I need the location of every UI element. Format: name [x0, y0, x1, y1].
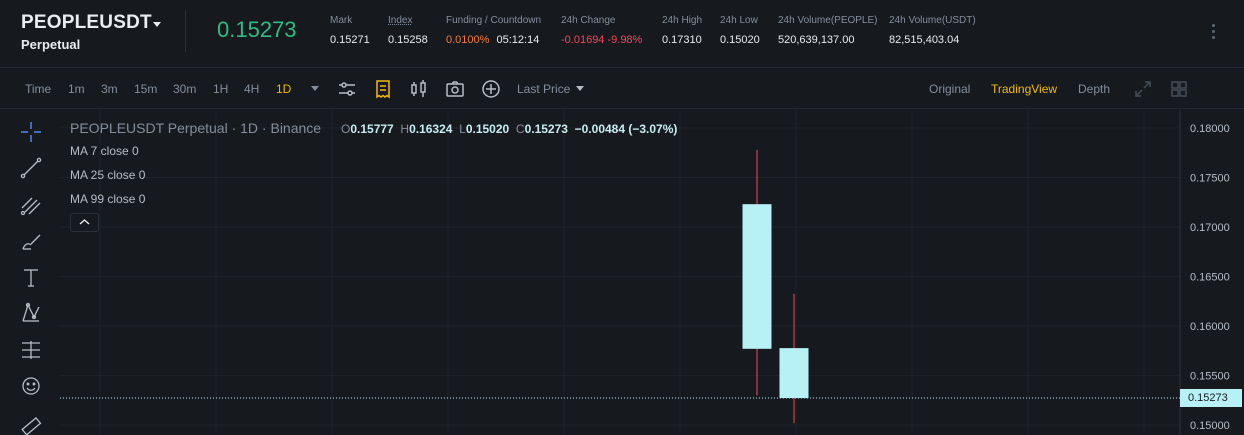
y-tick-label: 0.16000: [1190, 321, 1230, 333]
ma99-label[interactable]: MA 99 close 0: [70, 192, 145, 206]
funding-countdown: 05:12:14: [496, 34, 540, 46]
legend-title: PEOPLEUSDT Perpetual · 1D · Binance: [70, 120, 322, 136]
emoji-icon[interactable]: [19, 374, 43, 398]
high-label-legend: H: [400, 122, 410, 136]
vol-base-label: 24h Volume(PEOPLE): [778, 15, 878, 26]
high-value-legend: 0.16324: [409, 122, 453, 136]
view-original[interactable]: Original: [929, 82, 970, 96]
stat-24h-change: 24h Change -0.01694 -9.98%: [561, 14, 642, 46]
last-price: 0.15273: [217, 17, 297, 42]
interval-30m[interactable]: 30m: [173, 82, 196, 96]
low-value: 0.15020: [720, 34, 760, 46]
stat-index: Index 0.15258: [388, 14, 428, 46]
vol-quote-label: 24h Volume(USDT): [889, 15, 976, 26]
stat-24h-low: 24h Low 0.15020: [720, 14, 760, 46]
symbol-dropdown-icon[interactable]: [153, 22, 161, 27]
y-tick-label: 0.18000: [1190, 123, 1230, 135]
y-tick-label: 0.17000: [1190, 222, 1230, 234]
chart-toolbar: Time 1m 3m 15m 30m 1H 4H 1D Last Price O…: [0, 69, 1244, 109]
interval-dropdown-icon[interactable]: [311, 86, 319, 91]
change-label: 24h Change: [561, 15, 616, 26]
add-circle-icon[interactable]: [481, 79, 501, 99]
price-type-dropdown-icon[interactable]: [576, 86, 584, 91]
mark-label: Mark: [330, 15, 353, 26]
ohlc-readout: O0.15777 H0.16324 L0.15020 C0.15273 −0.0…: [341, 122, 677, 136]
more-options-icon[interactable]: [1212, 24, 1216, 40]
stat-volume-base: 24h Volume(PEOPLE) 520,639,137.00: [778, 14, 878, 46]
close-label: C: [515, 122, 525, 136]
brush-icon[interactable]: [19, 229, 43, 253]
chart-area[interactable]: 0.18000 0.17500 0.17000 0.16500 0.16000 0.155…: [60, 110, 1244, 435]
interval-1h[interactable]: 1H: [213, 82, 228, 96]
candle-body: [742, 204, 772, 349]
chevron-up-icon: [79, 219, 90, 225]
market-header: PEOPLEUSDT Perpetual 0.15273 Mark 0.1527…: [0, 0, 1244, 68]
funding-label: Funding / Countdown: [446, 15, 542, 26]
candle-type-icon[interactable]: [409, 79, 429, 99]
text-icon[interactable]: [19, 265, 43, 289]
price-type-select[interactable]: Last Price: [517, 82, 570, 96]
measure-icon[interactable]: [19, 338, 43, 362]
interval-3m[interactable]: 3m: [101, 82, 118, 96]
y-tick-label: 0.16500: [1190, 272, 1230, 284]
time-label[interactable]: Time: [25, 82, 51, 96]
candle-body: [779, 348, 809, 399]
interval-1m[interactable]: 1m: [68, 82, 85, 96]
collapse-legend-button[interactable]: [70, 213, 99, 232]
change-value: -0.01694 -9.98%: [561, 34, 643, 46]
high-label: 24h High: [662, 15, 703, 26]
mark-value: 0.15271: [330, 34, 370, 46]
open-value: 0.15777: [350, 122, 394, 136]
stat-funding: Funding / Countdown 0.0100% 05:12:14: [446, 14, 541, 46]
drawing-tools: [0, 110, 60, 435]
y-tick-label: 0.15000: [1190, 420, 1230, 432]
interval-15m[interactable]: 15m: [134, 82, 157, 96]
interval-4h[interactable]: 4H: [244, 82, 259, 96]
index-value: 0.15258: [388, 34, 428, 46]
funding-values: 0.0100% 05:12:14: [446, 34, 541, 46]
symbol-name[interactable]: PEOPLEUSDT: [21, 12, 152, 34]
index-label[interactable]: Index: [388, 14, 428, 28]
candlestick-chart[interactable]: 0.18000 0.17500 0.17000 0.16500 0.16000 0.155…: [60, 110, 1244, 435]
stat-volume-quote: 24h Volume(USDT) 82,515,403.04: [889, 14, 976, 46]
vol-base-value: 520,639,137.00: [778, 34, 855, 46]
crosshair-icon[interactable]: [19, 120, 43, 144]
interval-1d[interactable]: 1D: [276, 82, 291, 96]
low-label: 24h Low: [720, 15, 758, 26]
trend-line-icon[interactable]: [19, 156, 43, 180]
chart-legend: PEOPLEUSDT Perpetual · 1D · Binance: [70, 120, 321, 136]
last-price-tag: 0.15273: [1180, 389, 1242, 408]
stat-24h-high: 24h High 0.17310: [662, 14, 702, 46]
close-value: 0.15273: [524, 122, 568, 136]
high-value: 0.17310: [662, 34, 702, 46]
pattern-icon[interactable]: [19, 301, 43, 325]
contract-type: Perpetual: [21, 37, 81, 52]
receipt-icon[interactable]: [373, 79, 393, 99]
grid-layout-icon[interactable]: [1169, 79, 1189, 99]
vol-quote-value: 82,515,403.04: [889, 34, 960, 46]
expand-icon[interactable]: [1133, 79, 1153, 99]
indicator-settings-icon[interactable]: [337, 79, 357, 99]
header-divider: [185, 10, 186, 52]
view-depth[interactable]: Depth: [1078, 82, 1110, 96]
ruler-icon[interactable]: [19, 414, 43, 435]
change-readout: −0.00484 (−3.07%): [574, 122, 678, 136]
funding-rate[interactable]: 0.0100%: [446, 34, 489, 46]
low-label-legend: L: [459, 122, 466, 136]
ma7-label[interactable]: MA 7 close 0: [70, 144, 139, 158]
y-tick-label: 0.17500: [1190, 172, 1230, 184]
low-value-legend: 0.15020: [465, 122, 510, 136]
ma25-label[interactable]: MA 25 close 0: [70, 168, 145, 182]
fib-icon[interactable]: [19, 193, 43, 217]
view-tradingview[interactable]: TradingView: [991, 82, 1057, 96]
open-label: O: [341, 122, 351, 136]
stat-mark: Mark 0.15271: [330, 14, 370, 46]
y-tick-label: 0.15500: [1190, 371, 1230, 383]
camera-icon[interactable]: [445, 79, 465, 99]
